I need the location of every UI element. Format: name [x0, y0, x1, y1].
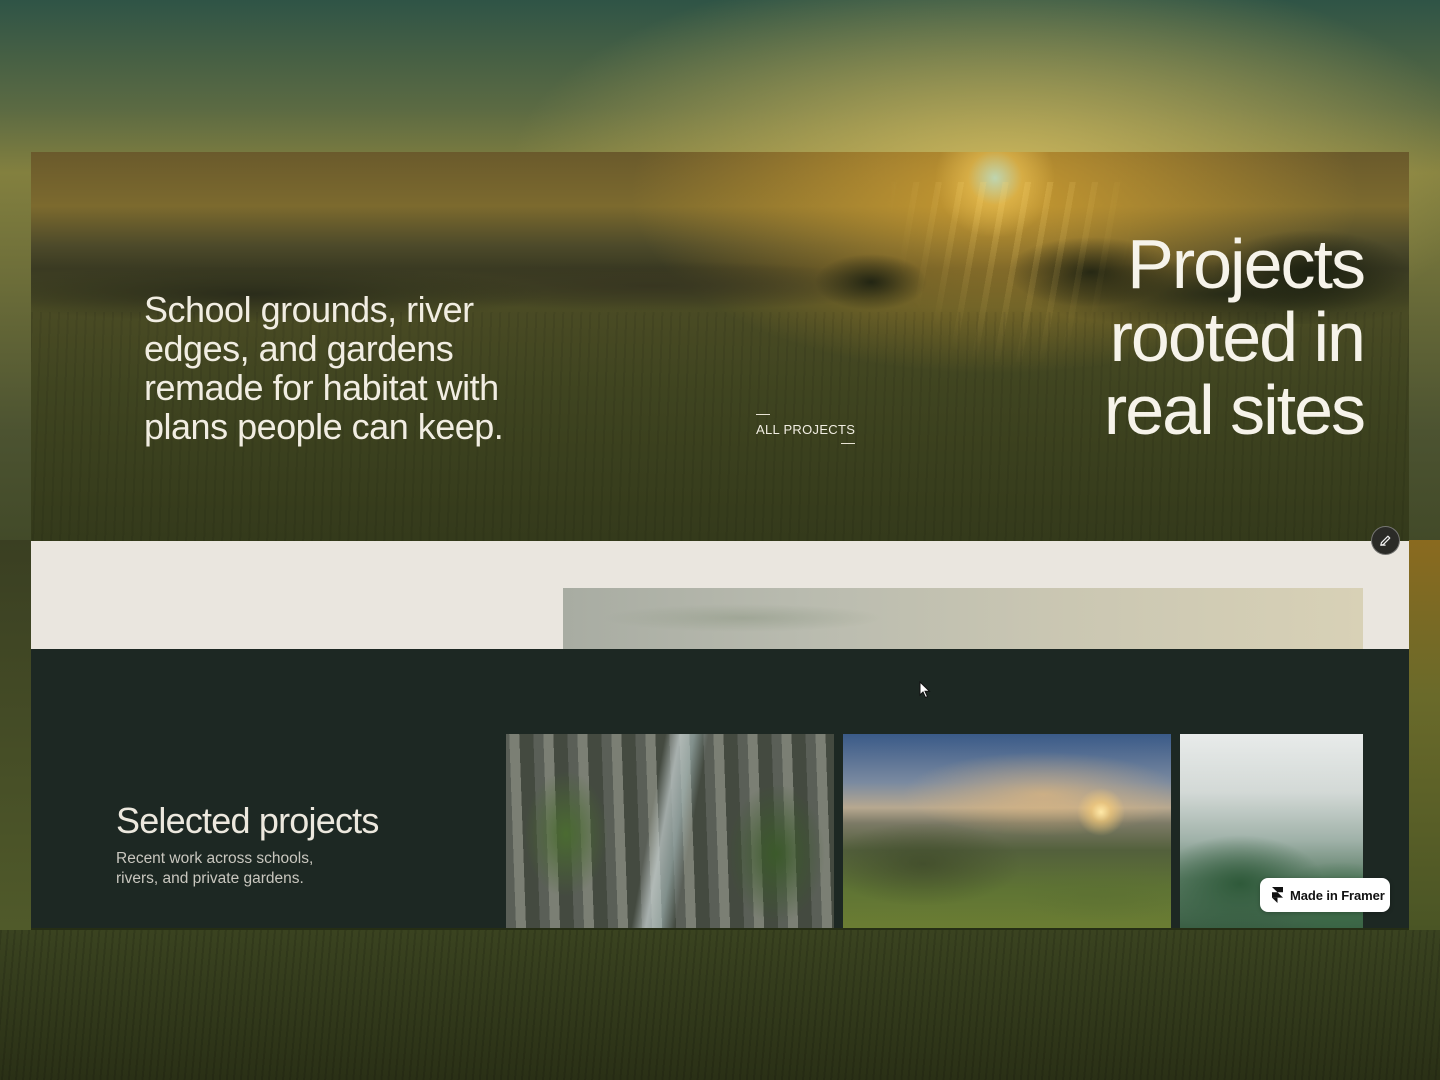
framer-logo-icon	[1272, 887, 1283, 903]
project-card-valley-image[interactable]	[843, 734, 1171, 928]
backdrop-field-image	[0, 930, 1440, 1080]
website-preview: School grounds, river edges, and gardens…	[31, 152, 1409, 928]
link-dash-bottom	[841, 443, 856, 444]
all-projects-link[interactable]: ALL PROJECTS	[756, 414, 856, 444]
selected-projects-description: Recent work across schools, rivers, and …	[116, 850, 314, 887]
pencil-icon	[1380, 535, 1391, 546]
made-in-framer-badge[interactable]: Made in Framer	[1260, 878, 1390, 912]
selected-projects-section: Selected projects Recent work across sch…	[31, 649, 1409, 928]
hero-section: School grounds, river edges, and gardens…	[31, 152, 1409, 541]
band-landscape-image	[563, 588, 1363, 649]
link-dash-top	[756, 414, 770, 415]
hero-title-line-3: real sites	[1103, 371, 1366, 449]
hero-title: Projects rooted in real sites	[934, 225, 1366, 449]
made-in-framer-label: Made in Framer	[1290, 887, 1385, 903]
backdrop-right-edge	[1409, 540, 1440, 930]
project-card-canyon-image[interactable]	[506, 734, 834, 928]
all-projects-label: ALL PROJECTS	[756, 422, 856, 437]
mouse-cursor-icon	[919, 681, 931, 699]
hero-title-line-1: Projects	[1127, 225, 1366, 303]
hero-title-line-2: rooted in	[1109, 298, 1366, 376]
hero-intro-text: School grounds, river edges, and gardens…	[144, 289, 504, 447]
edit-button[interactable]	[1371, 526, 1400, 555]
intro-band	[31, 541, 1409, 649]
backdrop-left-edge	[0, 540, 31, 930]
selected-projects-title: Selected projects	[116, 800, 379, 841]
